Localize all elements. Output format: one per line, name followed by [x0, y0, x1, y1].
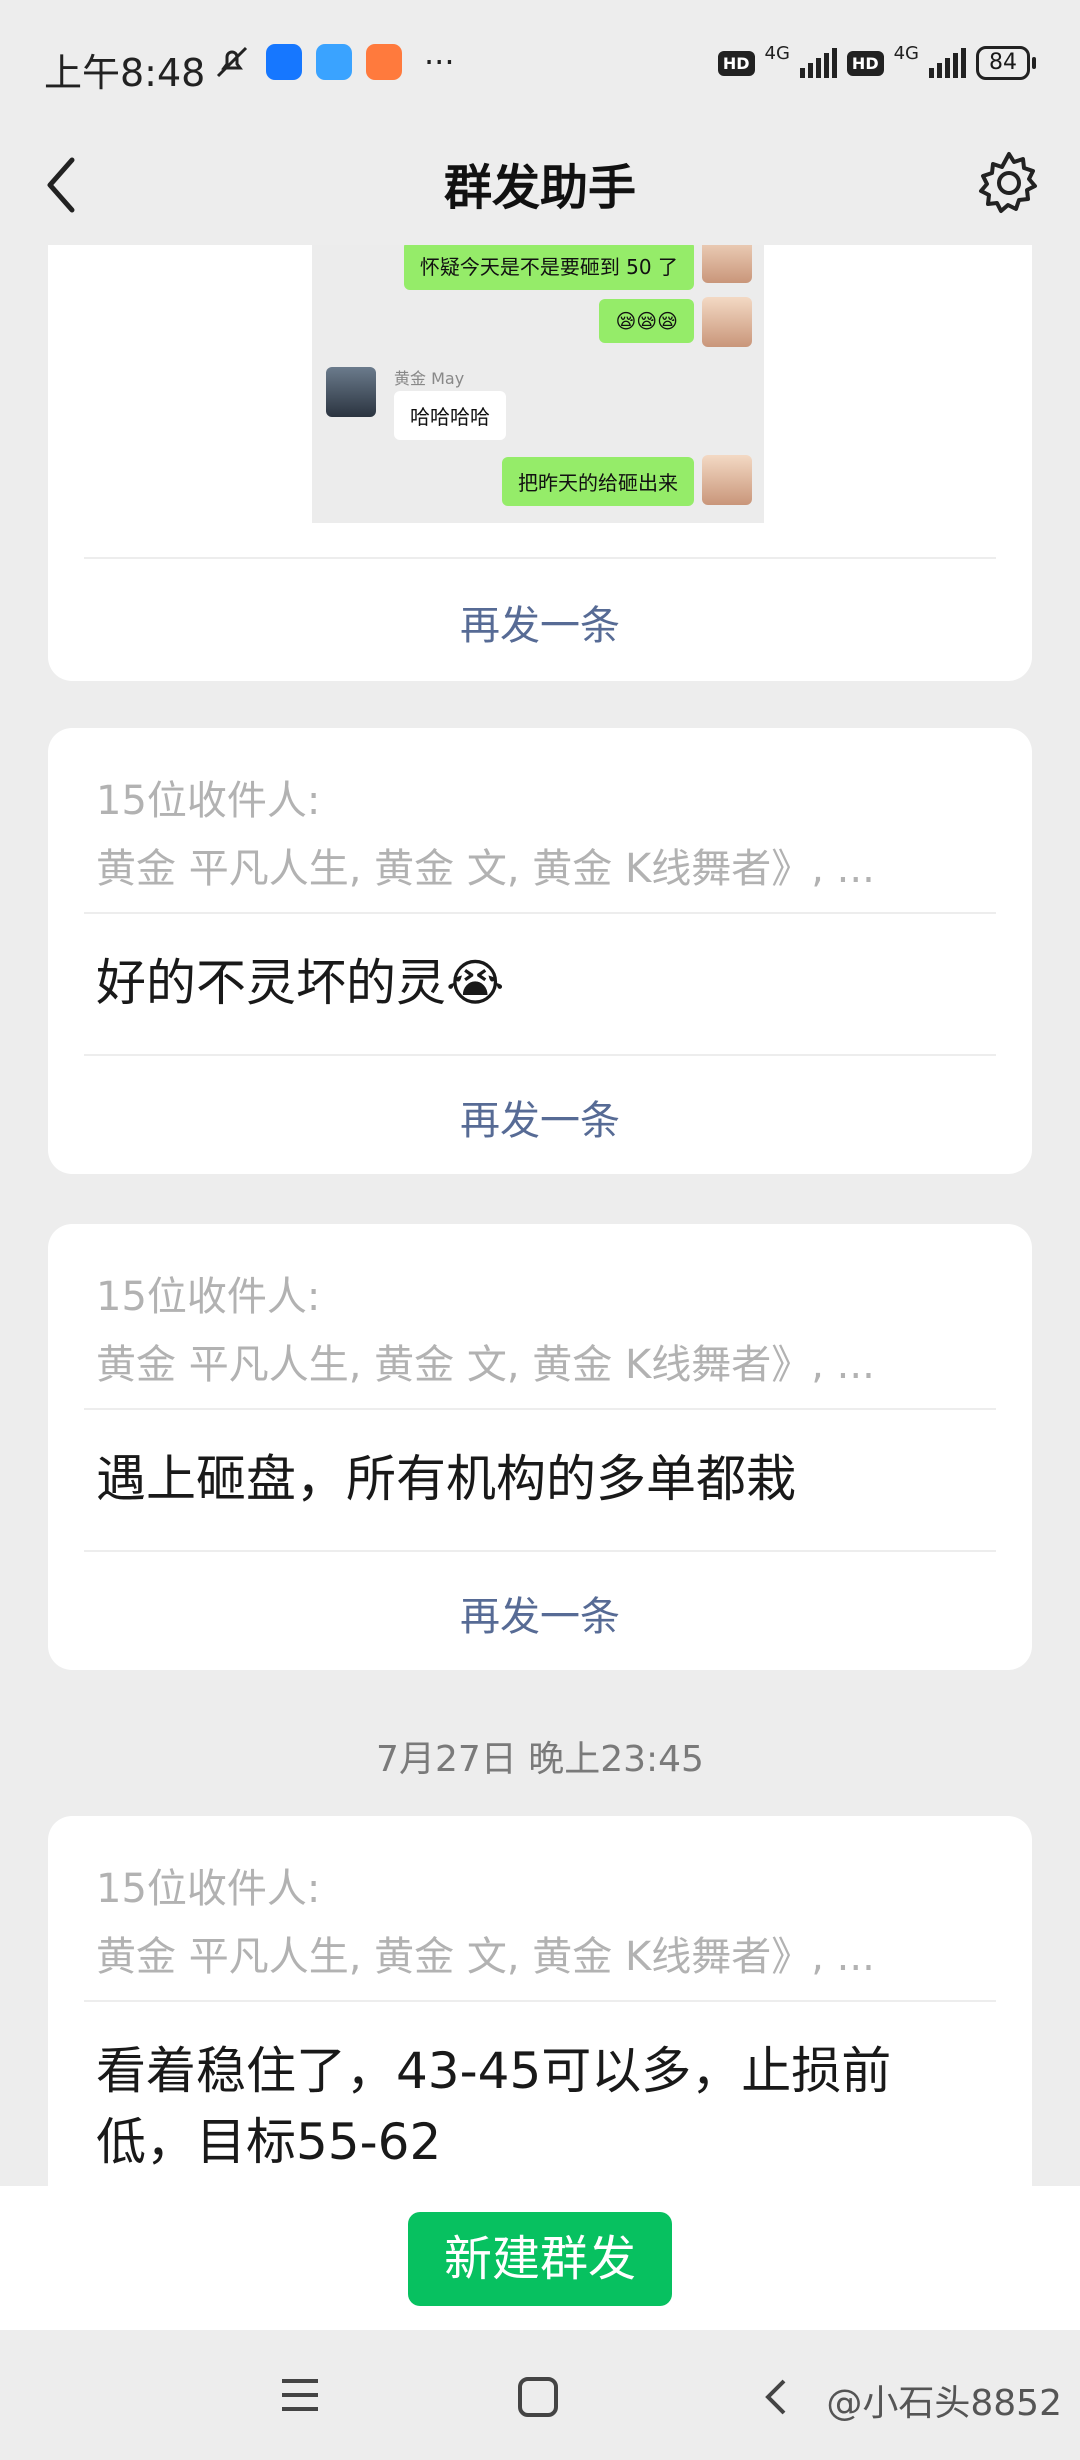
- recipients-list: 黄金 平凡人生, 黄金 文, 黄金 K线舞者》, ...: [96, 1342, 875, 1388]
- status-time: 上午8:48: [44, 51, 206, 95]
- bottom-action-bar: 新建群发: [0, 2186, 1080, 2330]
- hd-badge: HD: [717, 50, 755, 76]
- resend-button[interactable]: 再发一条: [48, 1088, 1032, 1146]
- resend-button[interactable]: 再发一条: [48, 1584, 1032, 1642]
- divider: [84, 912, 996, 914]
- hd-badge-2: HD: [846, 50, 884, 76]
- watermark-text: @小石头8852: [826, 2383, 1062, 2424]
- app-icon-blue: [266, 44, 302, 80]
- nav-header: 群发助手: [0, 130, 1080, 245]
- status-bar: 上午8:48 ··· HD 4G HD 4G 84: [0, 0, 1080, 130]
- back-nav-icon[interactable]: [760, 2375, 790, 2419]
- avatar: [702, 245, 752, 283]
- recipients-count: 15位收件人:: [96, 1866, 321, 1912]
- app-icon-orange: [366, 44, 402, 80]
- settings-gear-icon[interactable]: [974, 148, 1044, 218]
- more-dots-icon: ···: [424, 43, 455, 81]
- system-nav-bar: @小石头8852: [0, 2330, 1080, 2460]
- recipients-count: 15位收件人:: [96, 1274, 321, 1320]
- home-icon[interactable]: [516, 2375, 560, 2419]
- resend-button[interactable]: 再发一条: [48, 593, 1032, 651]
- divider: [84, 1408, 996, 1410]
- signal-icon-2: [929, 48, 966, 78]
- message-text: 遇上砸盘，所有机构的多单都栽: [96, 1450, 796, 1508]
- status-app-icons: ···: [212, 42, 455, 82]
- recipients-list: 黄金 平凡人生, 黄金 文, 黄金 K线舞者》, ...: [96, 846, 875, 892]
- chat-bubble: 怀疑今天是不是要砸到 50 了: [403, 245, 694, 290]
- message-text: 好的不灵坏的灵😭: [96, 954, 505, 1012]
- chat-screenshot-image[interactable]: 怀疑今天是不是要砸到 50 了 😪😪😪 黄金 May 哈哈哈哈 把昨天的给砸出来: [312, 245, 764, 523]
- date-separator: 7月27日 晚上23:45: [376, 1739, 704, 1780]
- broadcast-card-3: 15位收件人: 黄金 平凡人生, 黄金 文, 黄金 K线舞者》, ... 遇上砸…: [48, 1224, 1032, 1670]
- broadcast-card-2: 15位收件人: 黄金 平凡人生, 黄金 文, 黄金 K线舞者》, ... 好的不…: [48, 728, 1032, 1174]
- avatar: [326, 367, 376, 417]
- avatar: [702, 455, 752, 505]
- chat-bubble: 哈哈哈哈: [394, 391, 506, 440]
- battery-icon: 84: [976, 46, 1036, 80]
- broadcast-card-1: 怀疑今天是不是要砸到 50 了 😪😪😪 黄金 May 哈哈哈哈 把昨天的给砸出来…: [48, 245, 1032, 681]
- network-label: 4G: [764, 42, 790, 64]
- divider: [84, 557, 996, 559]
- divider: [84, 2000, 996, 2002]
- status-right: HD 4G HD 4G 84: [717, 42, 1036, 80]
- recipients-count: 15位收件人:: [96, 778, 321, 824]
- signal-icon: [799, 48, 837, 78]
- divider: [84, 1550, 996, 1552]
- chat-bubble: 😪😪😪: [599, 299, 694, 343]
- chat-bubble: 把昨天的给砸出来: [502, 457, 694, 506]
- avatar: [702, 297, 752, 347]
- network-label-2: 4G: [893, 42, 919, 64]
- menu-icon[interactable]: [278, 2375, 322, 2415]
- recipients-list: 黄金 平凡人生, 黄金 文, 黄金 K线舞者》, ...: [96, 1934, 875, 1980]
- page-title: 群发助手: [443, 160, 636, 216]
- mute-icon: [216, 46, 248, 78]
- app-icon-lightblue: [316, 44, 352, 80]
- sender-name: 黄金 May: [394, 369, 465, 388]
- new-broadcast-button[interactable]: 新建群发: [408, 2212, 672, 2306]
- message-text: 看着稳住了，43-45可以多，止损前低，目标55-62: [96, 2042, 892, 2171]
- divider: [84, 1054, 996, 1056]
